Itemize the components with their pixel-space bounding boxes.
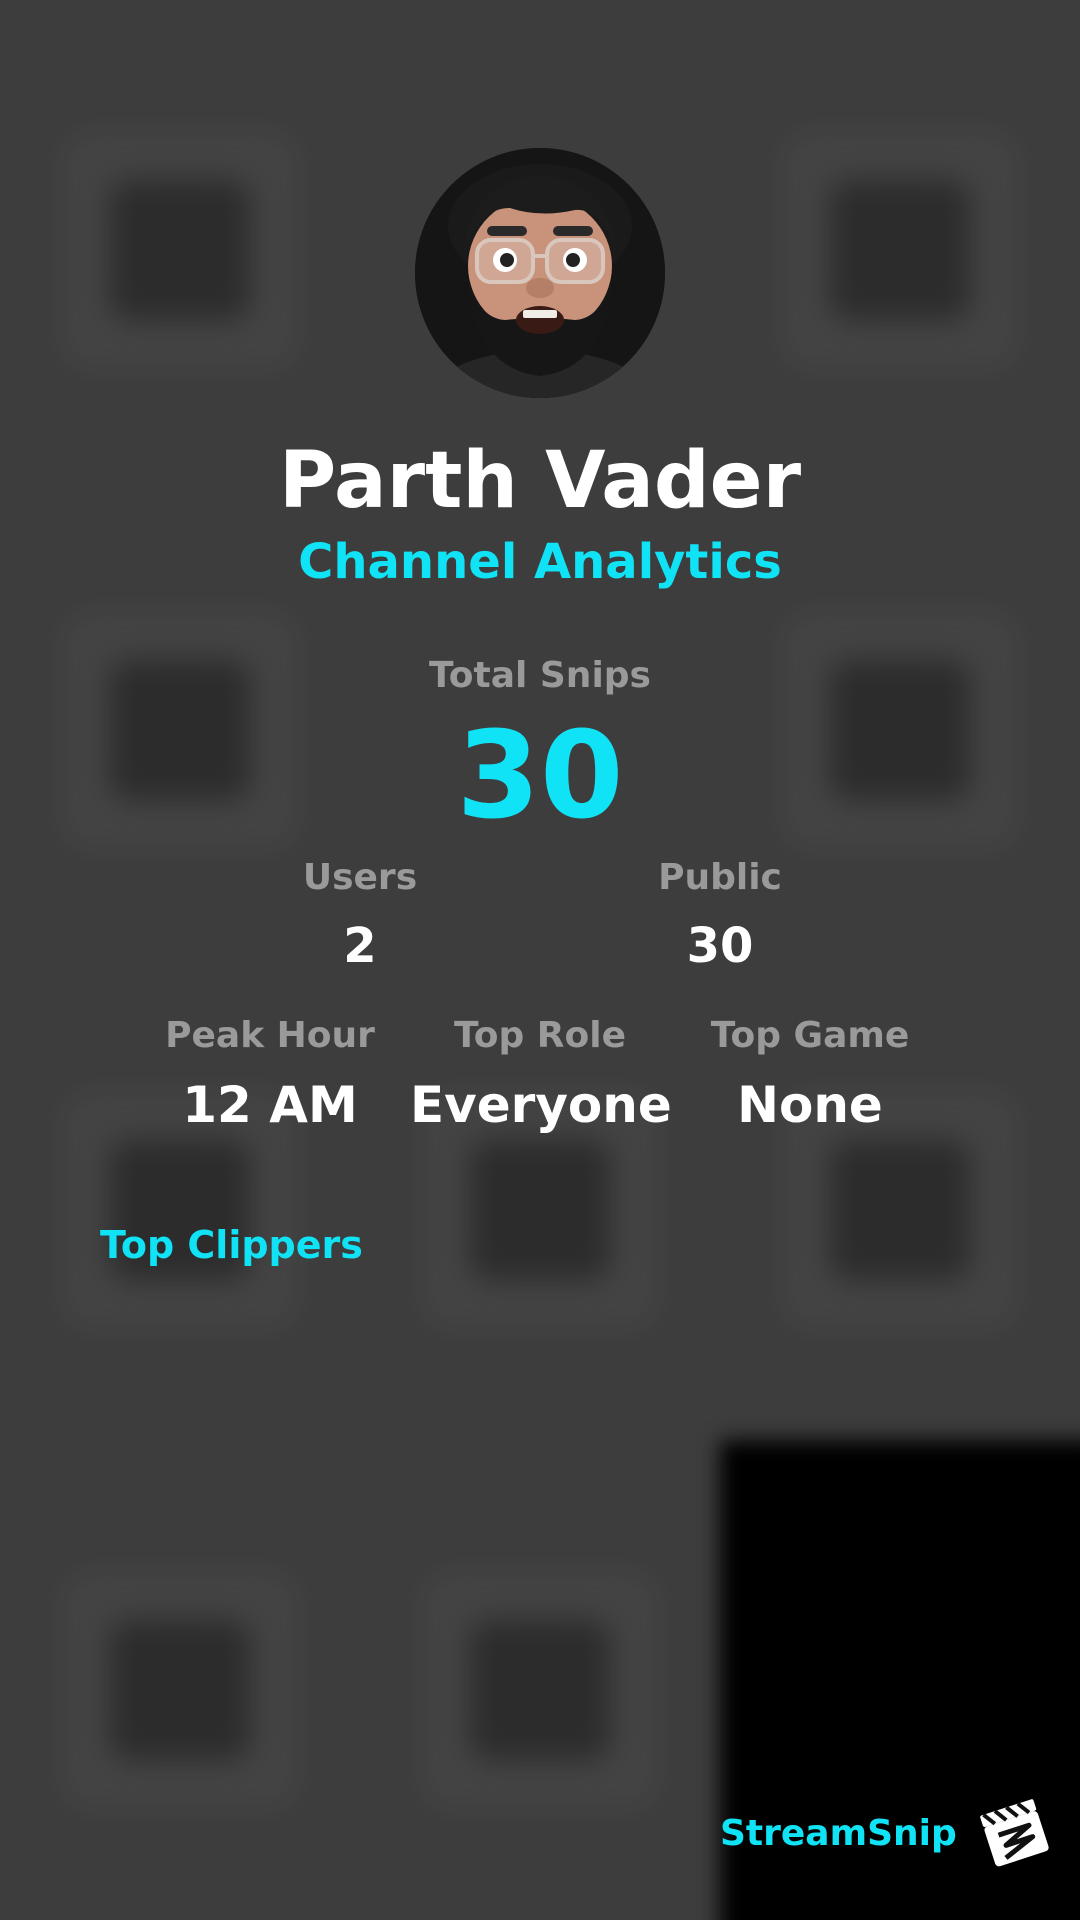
background-tile: [60, 1570, 300, 1810]
top-role-label: Top Role: [453, 1015, 627, 1056]
background-tile: [60, 130, 300, 370]
public-label: Public: [658, 857, 782, 898]
profile-name: Parth Vader: [278, 436, 802, 526]
top-game-stat: Top Game None: [680, 1014, 940, 1134]
background-tile: [780, 130, 1020, 370]
avatar: [415, 148, 665, 398]
users-value: 2: [343, 918, 377, 974]
users-label: Users: [302, 857, 418, 898]
brand: StreamSnip: [720, 1796, 1053, 1872]
brand-name: StreamSnip: [720, 1813, 957, 1854]
analytics-card: Parth Vader Channel Analytics Total Snip…: [0, 0, 1080, 1920]
top-role-stat: Top Role Everyone: [410, 1014, 672, 1134]
top-game-value: None: [737, 1076, 883, 1134]
total-snips-value: 30: [456, 707, 624, 846]
peak-hour-label: Peak Hour: [165, 1015, 375, 1056]
peak-hour-stat: Peak Hour 12 AM: [140, 1014, 400, 1134]
public-value: 30: [686, 918, 754, 974]
public-stat: Public 30: [590, 856, 850, 974]
page-subtitle: Channel Analytics: [298, 534, 782, 590]
clapperboard-icon: [977, 1796, 1053, 1872]
top-game-label: Top Game: [710, 1015, 910, 1056]
avatar-image: [415, 148, 665, 398]
top-clippers-title: Top Clippers: [100, 1223, 363, 1267]
background-tile: [420, 1570, 660, 1810]
top-role-value: Everyone: [410, 1076, 672, 1134]
total-snips-label: Total Snips: [429, 655, 651, 696]
users-stat: Users 2: [230, 856, 490, 974]
peak-hour-value: 12 AM: [182, 1076, 358, 1134]
